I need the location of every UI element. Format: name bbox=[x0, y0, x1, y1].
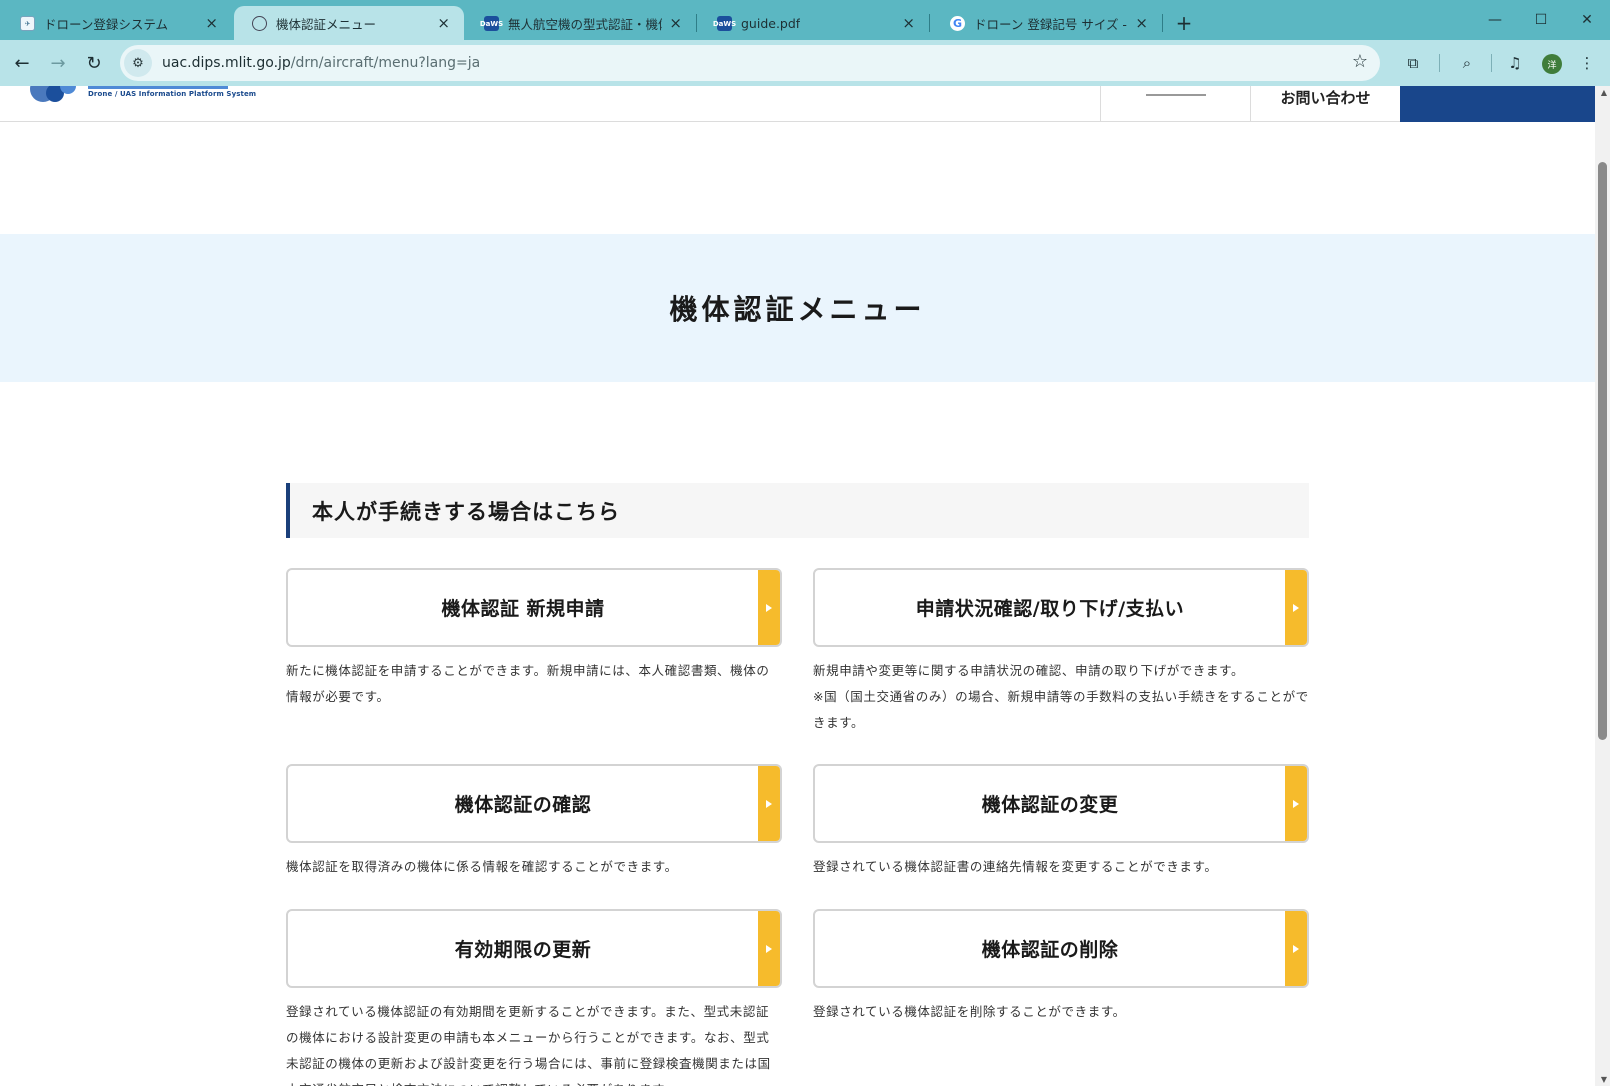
header-login-button[interactable] bbox=[1400, 86, 1595, 122]
menu-card-new-application[interactable]: 機体認証 新規申請 bbox=[286, 568, 782, 647]
logo-underline bbox=[88, 86, 228, 89]
bookmark-star-icon[interactable]: ☆ bbox=[1352, 51, 1368, 72]
close-icon[interactable]: × bbox=[437, 14, 450, 32]
chevron-right-icon bbox=[758, 911, 780, 986]
section-header: 本人が手続きする場合はこちら bbox=[286, 483, 1309, 538]
clipped-nav-text bbox=[1145, 94, 1206, 100]
tab-aircraft-menu[interactable]: 機体認証メニュー × bbox=[234, 6, 464, 40]
chevron-right-icon bbox=[758, 766, 780, 841]
tab-drone-registration[interactable]: ✈ ドローン登録システム × bbox=[2, 6, 232, 40]
card-description: 登録されている機体認証書の連絡先情報を変更することができます。 bbox=[813, 859, 1218, 874]
card-label: 有効期限の更新 bbox=[454, 939, 592, 961]
window-controls: — ☐ ✕ bbox=[1472, 0, 1610, 40]
page-title: 機体認証メニュー bbox=[669, 293, 926, 326]
card-description: 登録されている機体認証の有効期間を更新することができます。また、型式未認証の機体… bbox=[286, 1004, 771, 1086]
extensions-icon[interactable]: ⧉ bbox=[1398, 48, 1428, 78]
url-path: /drn/aircraft/menu?lang=ja bbox=[290, 55, 481, 71]
close-window-icon[interactable]: ✕ bbox=[1564, 0, 1610, 40]
dipsa-icon: DaWS bbox=[713, 16, 736, 31]
chevron-right-icon bbox=[1285, 570, 1307, 645]
menu-card-confirm[interactable]: 機体認証の確認 bbox=[286, 764, 782, 843]
page-viewport: Drone / UAS Information Platform System … bbox=[0, 86, 1610, 1086]
close-icon[interactable]: × bbox=[205, 14, 218, 32]
section-title: 本人が手続きする場合はこちら bbox=[312, 499, 620, 524]
chevron-right-icon bbox=[1285, 911, 1307, 986]
menu-card-application-status[interactable]: 申請状況確認/取り下げ/支払い bbox=[813, 568, 1309, 647]
media-control-icon[interactable]: ♫ bbox=[1500, 48, 1530, 78]
globe-icon bbox=[252, 16, 267, 31]
close-icon[interactable]: × bbox=[669, 14, 682, 32]
tab-separator bbox=[696, 14, 697, 32]
card-description: 機体認証を取得済みの機体に係る情報を確認することができます。 bbox=[286, 859, 678, 874]
profile-avatar[interactable]: 洋 bbox=[1542, 54, 1562, 74]
back-arrow-icon[interactable]: ← bbox=[4, 45, 40, 81]
address-bar[interactable]: ⚙ uac.dips.mlit.go.jp/drn/aircraft/menu?… bbox=[120, 45, 1380, 81]
tab-strip: ✈ ドローン登録システム × 機体認証メニュー × DaWS 無人航空機の型式認… bbox=[0, 0, 1610, 40]
page-scrollbar[interactable]: ▲ ▼ bbox=[1595, 86, 1610, 1086]
google-icon: G bbox=[950, 16, 965, 31]
reload-icon[interactable]: ↻ bbox=[76, 45, 112, 81]
tab-separator bbox=[1162, 14, 1163, 32]
browser-toolbar: ← → ↻ ⚙ uac.dips.mlit.go.jp/drn/aircraft… bbox=[0, 40, 1610, 86]
card-description-group: 新規申請や変更等に関する申請状況の確認、申請の取り下げができます。 ※国（国土交… bbox=[813, 658, 1309, 736]
logo-caption: Drone / UAS Information Platform System bbox=[88, 90, 257, 98]
chevron-right-icon bbox=[1285, 766, 1307, 841]
site-logo-icon[interactable] bbox=[30, 86, 80, 106]
tab-title: 機体認証メニュー bbox=[276, 16, 377, 32]
dipsa-icon: DaWS bbox=[480, 16, 503, 31]
toolbar-divider bbox=[1491, 54, 1492, 72]
header-nav-contact[interactable]: お問い合わせ bbox=[1250, 86, 1400, 122]
scrollbar-thumb[interactable] bbox=[1598, 162, 1607, 740]
card-label: 機体認証 新規申請 bbox=[441, 598, 605, 620]
tab-title: ドローン 登録記号 サイズ - Google bbox=[974, 16, 1128, 32]
card-label: 機体認証の削除 bbox=[981, 939, 1119, 961]
minimize-icon[interactable]: — bbox=[1472, 0, 1518, 40]
close-icon[interactable]: × bbox=[902, 14, 915, 32]
card-label: 申請状況確認/取り下げ/支払い bbox=[915, 598, 1185, 620]
tab-title: 無人航空機の型式認証・機体認証 bbox=[508, 16, 662, 32]
forward-arrow-icon[interactable]: → bbox=[40, 45, 76, 81]
menu-kebab-icon[interactable]: ⋮ bbox=[1572, 48, 1602, 78]
site-info-icon[interactable]: ⚙ bbox=[124, 49, 152, 77]
card-description: 新規申請や変更等に関する申請状況の確認、申請の取り下げができます。 bbox=[813, 663, 1245, 678]
tab-separator bbox=[929, 14, 930, 32]
toolbar-divider bbox=[1439, 54, 1440, 72]
page-hero: 機体認証メニュー bbox=[0, 234, 1595, 382]
tab-guide-pdf[interactable]: DaWS guide.pdf × bbox=[699, 6, 929, 40]
tab-search-icon[interactable]: ⌕ bbox=[1452, 48, 1482, 78]
header-nav-item[interactable] bbox=[1100, 86, 1250, 122]
site-header: Drone / UAS Information Platform System … bbox=[0, 86, 1595, 122]
scroll-up-arrow-icon[interactable]: ▲ bbox=[1601, 88, 1607, 97]
url-host: uac.dips.mlit.go.jp bbox=[162, 55, 291, 71]
menu-card-renewal[interactable]: 有効期限の更新 bbox=[286, 909, 782, 988]
maximize-icon[interactable]: ☐ bbox=[1518, 0, 1564, 40]
close-icon[interactable]: × bbox=[1135, 14, 1148, 32]
scroll-down-arrow-icon[interactable]: ▼ bbox=[1601, 1075, 1607, 1084]
tab-google-search[interactable]: G ドローン 登録記号 サイズ - Google × bbox=[932, 6, 1162, 40]
app-icon: ✈ bbox=[20, 16, 35, 31]
chevron-right-icon bbox=[758, 570, 780, 645]
card-description: 新たに機体認証を申請することができます。新規申請には、本人確認書類、機体の情報が… bbox=[286, 663, 770, 704]
new-tab-button[interactable]: + bbox=[1167, 6, 1201, 40]
card-label: 機体認証の変更 bbox=[981, 794, 1119, 816]
tab-title: ドローン登録システム bbox=[44, 16, 169, 32]
menu-card-delete[interactable]: 機体認証の削除 bbox=[813, 909, 1309, 988]
tab-type-certification[interactable]: DaWS 無人航空機の型式認証・機体認証 × bbox=[466, 6, 696, 40]
card-label: 機体認証の確認 bbox=[454, 794, 592, 816]
tab-title: guide.pdf bbox=[741, 15, 801, 31]
card-description: 登録されている機体認証を削除することができます。 bbox=[813, 1004, 1126, 1019]
menu-card-change[interactable]: 機体認証の変更 bbox=[813, 764, 1309, 843]
card-description-note: ※国（国土交通省のみ）の場合、新規申請等の手数料の支払い手続きをすることができま… bbox=[813, 689, 1309, 730]
